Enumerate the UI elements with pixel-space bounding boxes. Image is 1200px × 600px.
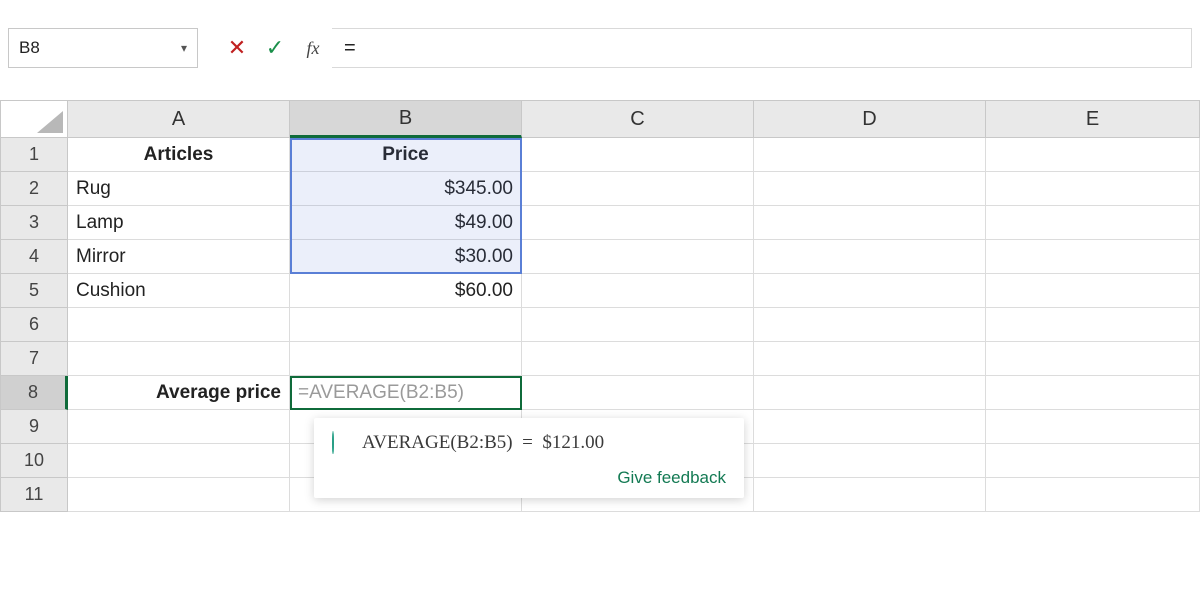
- row-header-3[interactable]: 3: [0, 206, 68, 240]
- cell-E10[interactable]: [986, 444, 1200, 478]
- row-header-9[interactable]: 9: [0, 410, 68, 444]
- row-1: 1 Articles Price: [0, 138, 1200, 172]
- cell-D2[interactable]: [754, 172, 986, 206]
- row-header-4[interactable]: 4: [0, 240, 68, 274]
- cell-E7[interactable]: [986, 342, 1200, 376]
- col-header-A[interactable]: A: [68, 100, 290, 138]
- cell-B6[interactable]: [290, 308, 522, 342]
- row-4: 4 Mirror $30.00: [0, 240, 1200, 274]
- col-header-C[interactable]: C: [522, 100, 754, 138]
- cell-C7[interactable]: [522, 342, 754, 376]
- formula-input[interactable]: =: [332, 28, 1192, 68]
- row-header-8[interactable]: 8: [0, 376, 68, 410]
- cell-D9[interactable]: [754, 410, 986, 444]
- cell-A7[interactable]: [68, 342, 290, 376]
- cell-E5[interactable]: [986, 274, 1200, 308]
- suggestion-text: AVERAGE(B2:B5) = $121.00: [362, 432, 604, 454]
- cell-C5[interactable]: [522, 274, 754, 308]
- cell-A1[interactable]: Articles: [68, 138, 290, 172]
- column-header-row: A B C D E: [0, 100, 1200, 138]
- cell-D10[interactable]: [754, 444, 986, 478]
- select-all-corner[interactable]: [0, 100, 68, 138]
- row-header-1[interactable]: 1: [0, 138, 68, 172]
- cell-B1[interactable]: Price: [290, 138, 522, 172]
- row-header-6[interactable]: 6: [0, 308, 68, 342]
- cell-E9[interactable]: [986, 410, 1200, 444]
- fx-icon[interactable]: fx: [294, 28, 332, 68]
- cell-C1[interactable]: [522, 138, 754, 172]
- active-cell-editor[interactable]: =AVERAGE(B2:B5): [290, 376, 522, 410]
- cell-A11[interactable]: [68, 478, 290, 512]
- row-5: 5 Cushion $60.00: [0, 274, 1200, 308]
- row-header-11[interactable]: 11: [0, 478, 68, 512]
- cell-E4[interactable]: [986, 240, 1200, 274]
- cell-D11[interactable]: [754, 478, 986, 512]
- cell-B5[interactable]: $60.00: [290, 274, 522, 308]
- lightbulb-icon: [332, 432, 350, 454]
- cell-A2[interactable]: Rug: [68, 172, 290, 206]
- row-header-5[interactable]: 5: [0, 274, 68, 308]
- row-2: 2 Rug $345.00: [0, 172, 1200, 206]
- row-header-10[interactable]: 10: [0, 444, 68, 478]
- name-box-value: B8: [19, 38, 40, 58]
- col-header-D[interactable]: D: [754, 100, 986, 138]
- cell-A9[interactable]: [68, 410, 290, 444]
- cell-D7[interactable]: [754, 342, 986, 376]
- cell-A8[interactable]: Average price: [68, 376, 290, 410]
- cell-E8[interactable]: [986, 376, 1200, 410]
- cell-B7[interactable]: [290, 342, 522, 376]
- row-6: 6: [0, 308, 1200, 342]
- cell-A4[interactable]: Mirror: [68, 240, 290, 274]
- formula-bar: B8 ▾ ✕ ✓ fx =: [8, 28, 1192, 68]
- col-header-B[interactable]: B: [290, 100, 522, 138]
- cell-E3[interactable]: [986, 206, 1200, 240]
- cell-D6[interactable]: [754, 308, 986, 342]
- chevron-down-icon[interactable]: ▾: [181, 41, 187, 55]
- cell-B3[interactable]: $49.00: [290, 206, 522, 240]
- cell-D4[interactable]: [754, 240, 986, 274]
- row-3: 3 Lamp $49.00: [0, 206, 1200, 240]
- cell-C6[interactable]: [522, 308, 754, 342]
- cell-C8[interactable]: [522, 376, 754, 410]
- row-8: 8 Average price: [0, 376, 1200, 410]
- cell-C3[interactable]: [522, 206, 754, 240]
- row-header-2[interactable]: 2: [0, 172, 68, 206]
- give-feedback-link[interactable]: Give feedback: [332, 468, 726, 488]
- cell-D5[interactable]: [754, 274, 986, 308]
- cancel-button[interactable]: ✕: [218, 28, 256, 68]
- cell-E1[interactable]: [986, 138, 1200, 172]
- sheet-grid: A B C D E 1 Articles Price 2 Rug $345.00…: [0, 100, 1200, 512]
- row-7: 7: [0, 342, 1200, 376]
- cell-B4[interactable]: $30.00: [290, 240, 522, 274]
- cell-B2[interactable]: $345.00: [290, 172, 522, 206]
- cell-A3[interactable]: Lamp: [68, 206, 290, 240]
- cell-E6[interactable]: [986, 308, 1200, 342]
- formula-suggestion-tooltip: AVERAGE(B2:B5) = $121.00 Give feedback: [314, 418, 744, 498]
- cell-A5[interactable]: Cushion: [68, 274, 290, 308]
- cell-D3[interactable]: [754, 206, 986, 240]
- col-header-E[interactable]: E: [986, 100, 1200, 138]
- cell-D8[interactable]: [754, 376, 986, 410]
- cell-E11[interactable]: [986, 478, 1200, 512]
- cell-D1[interactable]: [754, 138, 986, 172]
- cell-E2[interactable]: [986, 172, 1200, 206]
- confirm-button[interactable]: ✓: [256, 28, 294, 68]
- cell-C2[interactable]: [522, 172, 754, 206]
- cell-A10[interactable]: [68, 444, 290, 478]
- cell-A6[interactable]: [68, 308, 290, 342]
- row-header-7[interactable]: 7: [0, 342, 68, 376]
- cell-C4[interactable]: [522, 240, 754, 274]
- name-box[interactable]: B8 ▾: [8, 28, 198, 68]
